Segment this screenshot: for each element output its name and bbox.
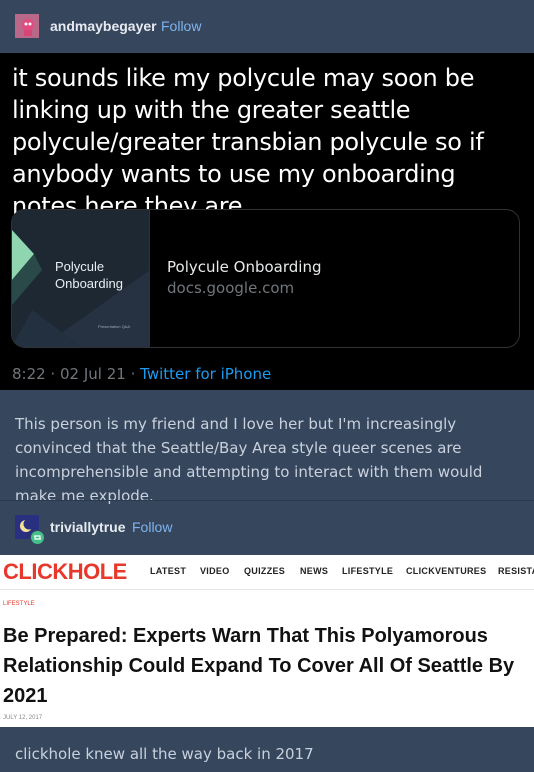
tweet-meta: 8:22 · 02 Jul 21 · Twitter for iPhone <box>12 365 272 383</box>
tweet-time: 8:22 <box>12 365 46 383</box>
article-date: JULY 12, 2017 <box>3 715 43 721</box>
nav-lifestyle[interactable]: LIFESTYLE <box>342 566 393 576</box>
thumb-footer: Presentation Q&A <box>98 324 131 329</box>
clickhole-nav: CLICKHOLE LATEST VIDEO QUIZZES NEWS LIFE… <box>0 555 534 590</box>
comment-text: This person is my friend and I love her … <box>15 415 483 505</box>
username[interactable]: andmaybegayer <box>50 18 157 34</box>
article-section[interactable]: LIFESTYLE <box>3 601 35 607</box>
nav-quizzes[interactable]: QUIZZES <box>244 566 285 576</box>
reblog-arrows-icon <box>34 535 41 540</box>
clickhole-logo[interactable]: CLICKHOLE <box>3 559 127 585</box>
avatar[interactable] <box>15 14 39 38</box>
follow-button[interactable]: Follow <box>161 18 201 34</box>
nav-latest[interactable]: LATEST <box>150 566 186 576</box>
reblog-icon <box>30 530 45 545</box>
nav-video[interactable]: VIDEO <box>200 566 230 576</box>
nav-resistance[interactable]: RESISTANCE <box>498 566 534 576</box>
pink-creature-icon <box>15 14 39 38</box>
follow-button[interactable]: Follow <box>132 519 172 535</box>
link-card[interactable]: Polycule Onboarding Presentation Q&A Pol… <box>11 209 520 348</box>
comment-text: clickhole knew all the way back in 2017 <box>15 745 314 763</box>
card-domain: docs.google.com <box>167 279 295 297</box>
card-thumbnail: Polycule Onboarding Presentation Q&A <box>12 210 150 347</box>
article-headline[interactable]: Be Prepared: Experts Warn That This Poly… <box>3 621 531 711</box>
username[interactable]: triviallytrue <box>50 519 125 535</box>
post-header: andmaybegayer Follow <box>0 0 534 52</box>
nav-news[interactable]: NEWS <box>300 566 328 576</box>
divider <box>0 500 534 501</box>
tweet-date: 02 Jul 21 <box>60 365 126 383</box>
tweet-source[interactable]: Twitter for iPhone <box>140 365 271 383</box>
thumb-title: Polycule Onboarding <box>55 259 123 291</box>
tweet-text: it sounds like my polycule may soon be l… <box>12 64 484 220</box>
clickhole-screenshot: CLICKHOLE LATEST VIDEO QUIZZES NEWS LIFE… <box>0 555 534 727</box>
nav-clickventures[interactable]: CLICKVENTURES <box>406 566 486 576</box>
card-divider <box>149 210 150 347</box>
card-title[interactable]: Polycule Onboarding <box>167 258 321 276</box>
